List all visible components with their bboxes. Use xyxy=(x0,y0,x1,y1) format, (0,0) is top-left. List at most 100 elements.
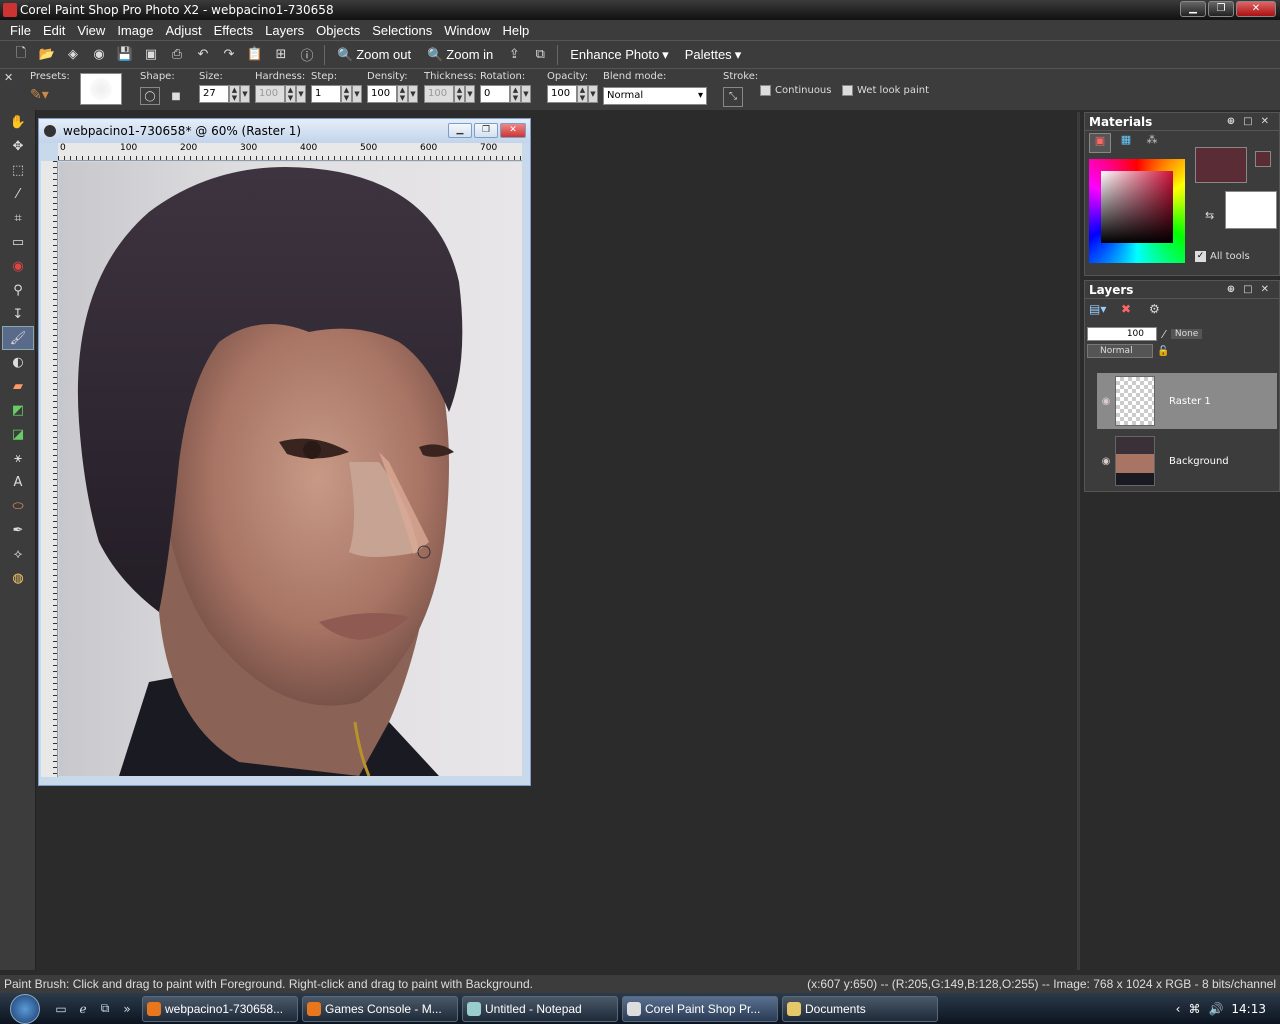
menu-objects[interactable]: Objects xyxy=(316,23,360,38)
round-shape-icon[interactable]: ◯ xyxy=(140,87,160,105)
learning-center-icon[interactable]: ⊞ xyxy=(270,44,292,66)
spin-arrows-icon[interactable]: ▲ ▼ xyxy=(577,85,588,103)
selection-tool-icon[interactable]: ⬚ xyxy=(2,158,34,182)
swap-colors-icon[interactable]: ⇆ xyxy=(1205,209,1214,222)
paste-icon[interactable]: 📋 xyxy=(244,44,266,66)
color-changer-tool-icon[interactable]: ◩ xyxy=(2,398,34,422)
all-tools-checkbox[interactable]: ✓ All tools xyxy=(1195,251,1250,262)
taskbar-item[interactable]: Documents xyxy=(782,995,938,1022)
eraser-tool-icon[interactable]: ▰ xyxy=(2,374,34,398)
menu-layers[interactable]: Layers xyxy=(265,23,304,38)
pen-tool-icon[interactable]: ✒ xyxy=(2,518,34,542)
swatches-tab-icon[interactable]: ⁂ xyxy=(1141,133,1163,153)
blend-mode-select[interactable]: Normal ▾ xyxy=(603,87,707,105)
palette-controls-icon[interactable]: ⊕□✕ xyxy=(1227,281,1277,299)
layer-name[interactable]: Raster 1 xyxy=(1169,396,1211,407)
chevron-down-icon[interactable]: ▼ xyxy=(465,85,475,103)
brush-icon[interactable]: ⁄ xyxy=(1163,328,1165,341)
rainbow-tab-icon[interactable]: ▦ xyxy=(1115,133,1137,153)
dodge-tool-icon[interactable]: ◐ xyxy=(2,350,34,374)
continuous-checkbox[interactable]: Continuous xyxy=(760,85,831,96)
layer-mask-none[interactable]: None xyxy=(1170,329,1203,339)
internet-explorer-icon[interactable]: ℯ xyxy=(72,998,94,1020)
doc-minimize-button[interactable]: ▁ xyxy=(448,123,472,138)
image-canvas[interactable] xyxy=(59,162,522,776)
quicklaunch-more-icon[interactable]: » xyxy=(116,998,138,1020)
pan-tool-icon[interactable]: ✋ xyxy=(2,110,34,134)
clock[interactable]: 14:13 xyxy=(1231,1002,1266,1016)
makeover-tool-icon[interactable]: ↧ xyxy=(2,302,34,326)
chevron-down-icon[interactable]: ▼ xyxy=(296,85,306,103)
lock-icon[interactable]: 🔓 xyxy=(1157,346,1169,357)
undo-icon[interactable]: ↶ xyxy=(192,44,214,66)
eye-icon[interactable]: ◉ xyxy=(1097,456,1115,467)
doc-maximize-button[interactable]: ❐ xyxy=(474,123,498,138)
background-swatch[interactable] xyxy=(1225,191,1277,229)
taskbar-item[interactable]: Untitled - Notepad xyxy=(462,995,618,1022)
text-tool-icon[interactable]: A xyxy=(2,470,34,494)
menu-image[interactable]: Image xyxy=(117,23,153,38)
layer-blend-select[interactable]: Normal xyxy=(1087,344,1153,358)
paint-brush-tool-icon[interactable]: 🖌 xyxy=(2,326,34,350)
frame-tab-icon[interactable]: ▣ xyxy=(1089,133,1111,153)
layer-name[interactable]: Background xyxy=(1169,456,1229,467)
chevron-down-icon[interactable]: ▼ xyxy=(240,85,250,103)
spin-arrows-icon[interactable]: ▲ ▼ xyxy=(454,85,465,103)
scan-icon[interactable]: ◉ xyxy=(88,44,110,66)
spin-arrows-icon[interactable]: ▲ ▼ xyxy=(510,85,521,103)
menu-effects[interactable]: Effects xyxy=(214,23,254,38)
maximize-button[interactable]: ❐ xyxy=(1208,1,1234,17)
picture-tube-tool-icon[interactable]: ⚹ xyxy=(2,446,34,470)
chevron-down-icon[interactable]: ▼ xyxy=(352,85,362,103)
switch-windows-icon[interactable]: ⧉ xyxy=(94,998,116,1020)
layer-options-icon[interactable]: ⚙ xyxy=(1149,302,1169,320)
stroke-icon[interactable]: ⤡ xyxy=(723,87,743,107)
hardness-spinner[interactable]: 100 ▲ ▼ ▼ xyxy=(255,85,306,103)
layer-opacity-slider[interactable]: 100 xyxy=(1087,327,1157,341)
straighten-tool-icon[interactable]: ▭ xyxy=(2,230,34,254)
spin-arrows-icon[interactable]: ▲ ▼ xyxy=(397,85,408,103)
wet-look-checkbox[interactable]: Wet look paint xyxy=(842,85,929,96)
presets-dropdown[interactable]: ✎▾ xyxy=(30,87,58,107)
new-file-icon[interactable]: 🗋 xyxy=(10,44,32,66)
red-eye-tool-icon[interactable]: ◉ xyxy=(2,254,34,278)
menu-window[interactable]: Window xyxy=(444,23,490,38)
clone-brush-tool-icon[interactable]: ⚲ xyxy=(2,278,34,302)
menu-adjust[interactable]: Adjust xyxy=(165,23,201,38)
save-as-icon[interactable]: ▣ xyxy=(140,44,162,66)
rotation-spinner[interactable]: 0 ▲ ▼ ▼ xyxy=(480,85,531,103)
pick-tool-icon[interactable]: ✥ xyxy=(2,134,34,158)
dropper-tool-icon[interactable]: ⁄ xyxy=(2,182,34,206)
new-layer-icon[interactable]: ▤▾ xyxy=(1089,302,1113,320)
save-icon[interactable]: 💾 xyxy=(114,44,136,66)
redo-icon[interactable]: ↷ xyxy=(218,44,240,66)
thickness-spinner[interactable]: 100 ▲ ▼ ▼ xyxy=(424,85,477,103)
menu-selections[interactable]: Selections xyxy=(372,23,432,38)
brush-tip-dropdown[interactable] xyxy=(80,73,122,105)
doc-close-button[interactable]: ✕ xyxy=(500,123,526,138)
shape-tool-icon[interactable]: ⬭ xyxy=(2,494,34,518)
palettes-menu[interactable]: Palettes ▾ xyxy=(679,47,748,63)
taskbar-item[interactable]: Corel Paint Shop Pr... xyxy=(622,995,778,1022)
browse-icon[interactable]: ◈ xyxy=(62,44,84,66)
start-button[interactable] xyxy=(0,993,50,1024)
minimize-button[interactable]: ▁ xyxy=(1180,1,1206,17)
zoom-in-button[interactable]: 🔍 Zoom in xyxy=(421,47,499,63)
crop-tool-icon[interactable]: ⌗ xyxy=(2,206,34,230)
square-shape-icon[interactable]: ■ xyxy=(166,87,186,105)
foreground-swatch[interactable] xyxy=(1195,147,1247,183)
share-icon[interactable]: ⇪ xyxy=(503,44,525,66)
zoom-out-button[interactable]: 🔍 Zoom out xyxy=(331,47,417,63)
menu-help[interactable]: Help xyxy=(502,23,529,38)
foreground-mini-swatch[interactable] xyxy=(1255,151,1271,167)
close-options-icon[interactable]: ✕ xyxy=(4,71,13,84)
close-button[interactable]: ✕ xyxy=(1236,1,1276,17)
open-folder-icon[interactable]: 📂 xyxy=(36,44,58,66)
eye-icon[interactable]: ◉ xyxy=(1097,396,1115,407)
show-desktop-icon[interactable]: ▭ xyxy=(50,998,72,1020)
spin-arrows-icon[interactable]: ▲ ▼ xyxy=(285,85,296,103)
opacity-spinner[interactable]: 100 ▲ ▼ ▼ xyxy=(547,85,598,103)
palette-controls-icon[interactable]: ⊕□✕ xyxy=(1227,113,1277,131)
taskbar-item[interactable]: Games Console - M... xyxy=(302,995,458,1022)
taskbar-item[interactable]: webpacino1-730658... xyxy=(142,995,298,1022)
